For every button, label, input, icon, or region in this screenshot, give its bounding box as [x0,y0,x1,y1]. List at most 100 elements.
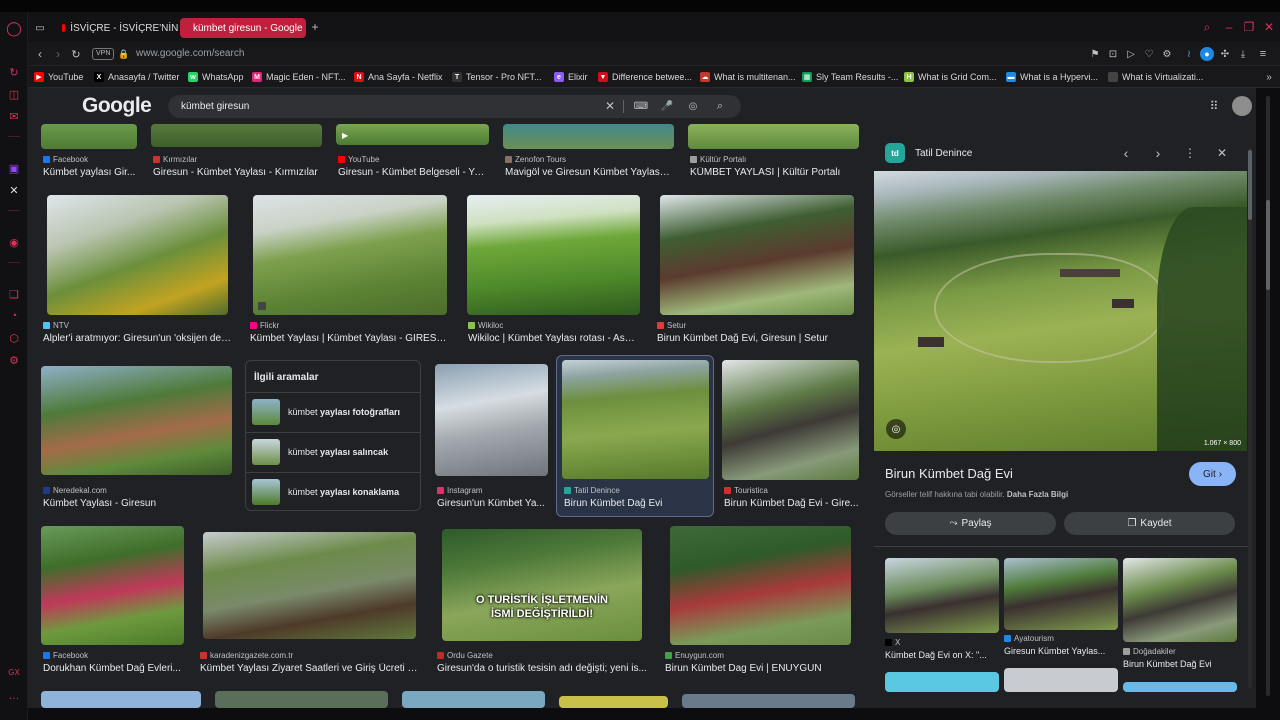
opera-logo-icon[interactable]: ◯ [6,20,22,36]
crypto-wallet-icon[interactable]: ◫ [6,86,22,102]
heart-icon[interactable]: ♡ [1142,46,1156,62]
tab-google-search[interactable]: kümbet giresun - Google [180,18,306,38]
easy-setup-menu-icon[interactable]: ≡ [1256,46,1270,62]
bookmarks-overflow-icon[interactable]: » [1262,70,1276,84]
keyboard-icon[interactable]: ⌨ [634,99,648,113]
image-thumbnail[interactable] [682,694,855,708]
image-thumbnail[interactable] [559,696,668,708]
bookmark-whatsapp[interactable]: w WhatsApp [188,70,244,84]
lock-icon[interactable]: 🔒 [118,47,130,61]
player-control-icon[interactable]: ▷ [1124,46,1138,62]
preview-image[interactable]: ◎ 1.067 × 800 [874,171,1247,451]
result-title[interactable]: KÜMBET YAYLASI | Kültür Portalı [690,167,860,178]
extension-blue-icon[interactable]: ● [1200,47,1214,61]
go-button[interactable]: Git › [1189,462,1236,486]
extensions-icon[interactable]: ⬡ [6,330,22,346]
extensions-puzzle-icon[interactable]: ✣ [1218,46,1232,62]
image-thumbnail[interactable] [435,364,548,476]
bookmark-page-icon[interactable]: ⚑ [1088,46,1102,62]
image-thumbnail[interactable] [151,124,322,147]
tab-menu-icon[interactable]: ▭ [32,20,48,36]
image-thumbnail[interactable] [41,691,201,708]
save-button[interactable]: ❐ Kaydet [1064,512,1235,535]
bookmark-magic-eden[interactable]: M Magic Eden - NFT... [252,70,346,84]
bookmark-sly-team[interactable]: ▦ Sly Team Results -... [802,70,898,84]
snapshot-icon[interactable]: ⊡ [1106,46,1120,62]
image-thumbnail[interactable] [41,124,137,149]
tab-youtube[interactable]: İSVİÇRE - İSVİÇRE'NİN İZ [54,18,198,38]
image-thumbnail[interactable] [203,532,416,639]
panel-scrollbar[interactable] [1248,148,1252,688]
related-search-item[interactable]: kümbet yaylası fotoğrafları [246,392,420,430]
twitch-icon[interactable]: ▣ [6,160,22,176]
result-title[interactable]: Giresun'un Kümbet Ya... [437,498,547,509]
history-icon[interactable]: ◔ [6,308,22,324]
restore-window-icon[interactable]: ❐ [1242,20,1256,34]
page-scrollbar[interactable] [1266,96,1270,696]
result-title[interactable]: Giresun - Kümbet Belgeseli - Yo... [338,167,488,178]
image-thumbnail[interactable]: ▶ [336,124,489,145]
related-search-item[interactable]: kümbet yaylası salıncak [246,432,420,470]
page-scrollbar-thumb[interactable] [1266,200,1270,290]
result-title[interactable]: Birun Kümbet Dağ Evi, Giresun | Setur [657,333,853,344]
bookmark-elixir[interactable]: e Elixir [554,70,588,84]
previous-image-icon[interactable]: ‹ [1118,145,1134,161]
sidebar-more-icon[interactable]: … [6,688,22,704]
bookmark-virtualization[interactable]: What is Virtualizati... [1108,70,1203,84]
similar-image-thumbnail[interactable] [885,672,999,692]
similar-image-thumbnail[interactable] [1123,682,1237,692]
back-icon[interactable]: ‹ [32,46,48,62]
image-thumbnail[interactable] [215,691,388,708]
image-thumbnail[interactable] [562,360,709,479]
aria-icon[interactable]: ↻ [6,64,22,80]
search-box[interactable]: kümbet giresun ✕ ⌨ 🎤 ◎ ⌕ [168,95,741,118]
result-title[interactable]: Wikiloc | Kümbet Yaylası rotası - Asar..… [468,333,640,344]
x-twitter-icon[interactable]: ✕ [6,182,22,198]
bookmark-difference[interactable]: ▼ Difference betwee... [598,70,692,84]
image-thumbnail[interactable] [503,124,674,149]
close-window-icon[interactable]: ✕ [1262,20,1276,34]
image-thumbnail[interactable] [660,195,854,315]
next-image-icon[interactable]: › [1150,145,1166,161]
result-title[interactable]: Giresun - Kümbet Yaylası - Kırmızılar [153,167,321,178]
similar-title[interactable]: Giresun Kümbet Yaylas... [1004,646,1118,656]
image-thumbnail[interactable] [722,360,859,480]
result-title[interactable]: Birun Kümbet Dağ Evi [564,498,706,509]
result-title[interactable]: Alpler'i aratmıyor: Giresun'un 'oksijen … [43,333,233,344]
forward-icon[interactable]: › [50,46,66,62]
audio-extension-icon[interactable]: ≀ [1182,46,1196,62]
more-options-icon[interactable]: ⋮ [1182,145,1198,161]
result-title[interactable]: Kümbet Yaylası Ziyaret Saatleri ve Giriş… [200,663,418,674]
bookmark-hypervisor[interactable]: ▬ What is a Hypervi... [1006,70,1098,84]
panel-site-name[interactable]: Tatil Denince [915,148,972,159]
bookmark-multitenant[interactable]: ☁ What is multitenan... [700,70,796,84]
lens-icon[interactable]: ◎ [886,419,906,439]
related-search-item[interactable]: kümbet yaylası konaklama [246,472,420,510]
tab-search-icon[interactable]: ⌕ [1200,20,1214,34]
result-title[interactable]: Mavigöl ve Giresun Kümbet Yaylası ... [505,167,670,178]
panel-scrollbar-thumb[interactable] [1248,150,1252,220]
image-thumbnail[interactable] [41,526,184,645]
lens-search-icon[interactable]: ◎ [686,99,700,113]
bookmark-grid-computing[interactable]: H What is Grid Com... [904,70,997,84]
similar-image-thumbnail[interactable] [1004,558,1118,630]
image-thumbnail[interactable] [253,195,447,315]
image-thumbnail[interactable] [467,195,640,315]
more-info-link[interactable]: Daha Fazla Bilgi [1007,490,1068,499]
image-thumbnail[interactable]: O TURİSTİK İŞLETMENİN İSMİ DEĞİŞTİRİLDİ! [442,529,642,641]
similar-title[interactable]: Kümbet Dağ Evi on X: "... [885,650,999,660]
apps-grid-icon[interactable]: ⠿ [1206,98,1222,114]
share-button[interactable]: ⤳ Paylaş [885,512,1056,535]
gx-control-icon[interactable]: GX [6,664,22,680]
similar-title[interactable]: Birun Kümbet Dağ Evi [1123,659,1237,669]
bookmark-tensor[interactable]: T Tensor - Pro NFT... [452,70,542,84]
image-thumbnail[interactable] [688,124,859,149]
similar-image-thumbnail[interactable] [885,558,999,633]
result-title[interactable]: Birun Kümbet Dağ Evi - Gire... [724,498,859,509]
image-thumbnail[interactable] [670,526,851,645]
panel-title[interactable]: Birun Kümbet Dağ Evi [885,466,1013,481]
player-icon[interactable]: ◉ [6,234,22,250]
clear-search-icon[interactable]: ✕ [603,99,617,113]
vpn-badge[interactable]: VPN [92,48,115,60]
search-input[interactable]: kümbet giresun [181,101,249,112]
